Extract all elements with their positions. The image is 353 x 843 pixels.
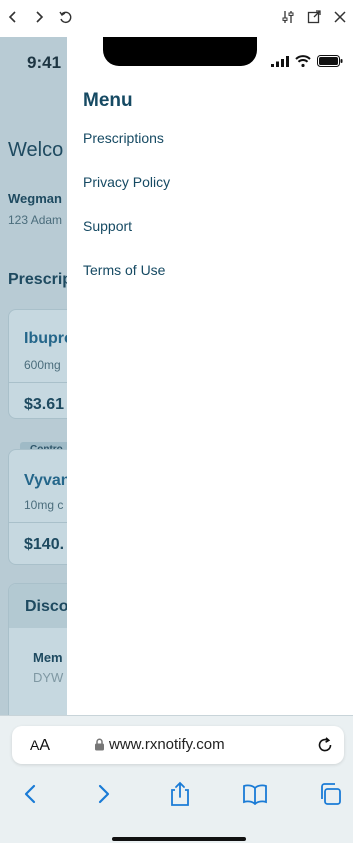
battery-icon [317,55,343,67]
status-time: 9:41 [27,53,62,72]
open-external-icon[interactable] [307,9,321,24]
back-icon[interactable] [16,780,44,808]
share-icon[interactable] [166,780,194,808]
menu-drawer: Menu Prescriptions Privacy Policy Suppor… [67,37,353,715]
menu-item-prescriptions[interactable]: Prescriptions [83,130,164,146]
browser-nav-row [0,780,353,810]
url-text: www.rxnotify.com [109,736,225,753]
member-value: DYW [33,670,64,685]
wifi-icon [295,55,311,67]
text-size-button[interactable]: AA [30,737,50,755]
chevron-left-icon[interactable] [6,10,20,24]
menu-item-privacy-policy[interactable]: Privacy Policy [83,174,170,190]
undo-icon[interactable] [58,10,72,24]
close-icon[interactable] [333,10,347,24]
bookmarks-icon[interactable] [241,780,269,808]
drug-price: $140. [24,536,65,553]
toolbar-right [281,9,347,24]
menu-item-support[interactable]: Support [83,218,132,234]
drug-price: $3.61 [24,396,65,413]
lock-icon [94,738,105,756]
prescriptions-heading: Prescrip [8,271,73,288]
drug-name: Vyvan [24,472,71,489]
reload-icon[interactable] [316,736,334,759]
store-name: Wegman [8,191,62,206]
device-notch [103,37,257,66]
home-indicator [112,837,246,841]
browser-bottom-bar: AA www.rxnotify.com [0,715,353,843]
editor-toolbar [0,0,353,33]
welcome-heading: Welco [8,139,64,161]
member-label: Mem [33,650,63,665]
chevron-right-icon[interactable] [32,10,46,24]
text-size-big-label: A [39,737,51,754]
menu-item-terms-of-use[interactable]: Terms of Use [83,262,165,278]
discount-heading: Disco [25,598,69,615]
sliders-icon[interactable] [281,10,295,24]
tabs-icon[interactable] [316,780,344,808]
text-size-small-label: A [30,737,40,753]
toolbar-left [6,10,72,24]
drug-dose: 600mg [24,358,61,372]
status-icons [271,55,343,67]
phone-screen: 9:41 Welco Wegman 123 Adam Prescrip Ibup… [0,37,353,843]
store-address: 123 Adam [8,213,63,227]
drug-dose: 10mg c [24,498,64,512]
menu-title: Menu [83,90,133,111]
address-bar[interactable]: AA www.rxnotify.com [12,726,344,764]
signal-icon [271,55,289,67]
forward-icon[interactable] [90,780,118,808]
